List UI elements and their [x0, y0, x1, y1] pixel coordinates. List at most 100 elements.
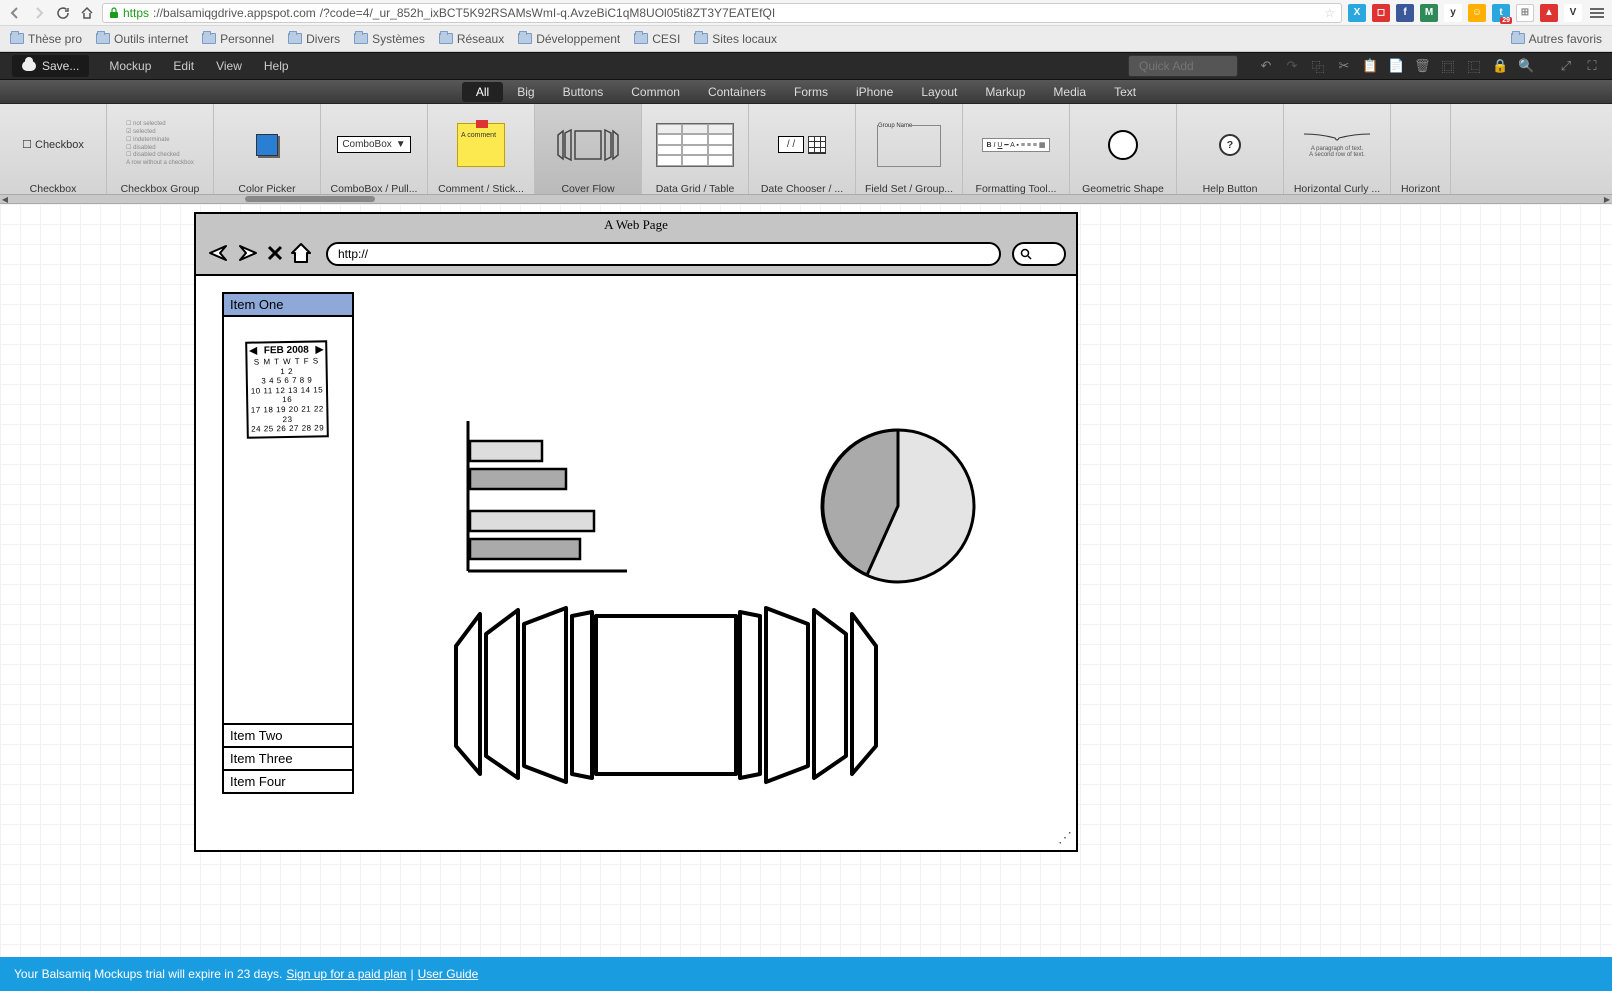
ext-icon-orange[interactable]: ☺	[1468, 4, 1486, 22]
mockup-browser-window[interactable]: A Web Page http:// Item One ◀FEB 2008▶ S…	[194, 212, 1078, 852]
mockup-search-field[interactable]	[1012, 242, 1066, 266]
stencil-help-button[interactable]: ? Help Button	[1177, 104, 1284, 203]
chrome-menu-button[interactable]	[1588, 4, 1606, 22]
mockup-pie-chart[interactable]	[818, 426, 978, 586]
stencil-scrollbar[interactable]: ◀ ▶	[0, 194, 1612, 203]
copy-icon[interactable]: ⿻	[1310, 57, 1326, 76]
mockup-coverflow[interactable]	[448, 606, 878, 786]
bookmark-folder[interactable]: Divers	[288, 32, 340, 46]
fullscreen-icon[interactable]: ⛶	[1584, 58, 1600, 74]
cat-text[interactable]: Text	[1100, 82, 1150, 102]
bookmark-folder[interactable]: Outils internet	[96, 32, 188, 46]
accordion-item-4[interactable]: Item Four	[224, 771, 352, 792]
cat-buttons[interactable]: Buttons	[549, 82, 618, 102]
ext-icon-m[interactable]: M	[1420, 4, 1438, 22]
stencil-checkbox-group[interactable]: ☐ not selected☑ selected☐ indeterminate☐…	[107, 104, 214, 203]
ext-icon-grid[interactable]: ⊞	[1516, 4, 1534, 22]
bookmark-other[interactable]: Autres favoris	[1511, 32, 1602, 46]
accordion-item-2[interactable]: Item Two	[224, 725, 352, 748]
mockup-stop-icon[interactable]	[266, 244, 284, 262]
stencil-coverflow[interactable]: Cover Flow	[535, 104, 642, 203]
stencil-horizontal-cut[interactable]: Horizont	[1391, 104, 1451, 203]
cat-all[interactable]: All	[462, 82, 503, 102]
cal-next-icon[interactable]: ▶	[316, 344, 324, 356]
ext-icon-swallow[interactable]: y	[1444, 4, 1462, 22]
ext-icon-2[interactable]: ◻	[1372, 4, 1390, 22]
trial-guide-link[interactable]: User Guide	[418, 967, 479, 981]
mockup-url-bar[interactable]: http://	[326, 242, 1001, 266]
mockup-home-icon[interactable]	[290, 242, 312, 264]
mockup-calendar[interactable]: ◀FEB 2008▶ S M T W T F S 1 2 3 4 5 6 7 8…	[245, 340, 329, 438]
reload-button[interactable]	[54, 4, 72, 22]
save-button[interactable]: Save...	[12, 55, 89, 77]
stencil-formatting-toolbar[interactable]: B I U ━ A ▪ ≡ ≡ ≡ ▦ Formatting Tool...	[963, 104, 1070, 203]
expand-icon[interactable]: ⤢	[1558, 58, 1574, 74]
bookmark-folder[interactable]: Personnel	[202, 32, 274, 46]
ungroup-icon[interactable]: ⿺	[1466, 57, 1482, 76]
home-button[interactable]	[78, 4, 96, 22]
back-button[interactable]	[6, 4, 24, 22]
cat-forms[interactable]: Forms	[780, 82, 842, 102]
mockup-bar-chart[interactable]	[462, 421, 632, 581]
bookmark-folder[interactable]: CESI	[634, 32, 680, 46]
clipboard-icon[interactable]: 📋	[1362, 58, 1378, 74]
stencil-date-chooser[interactable]: / / Date Chooser / ...	[749, 104, 856, 203]
stencil-data-grid[interactable]: Data Grid / Table	[642, 104, 749, 203]
stencil-hcurly-brace[interactable]: A paragraph of text.A second row of text…	[1284, 104, 1391, 203]
menu-help[interactable]: Help	[264, 59, 289, 73]
search-icon[interactable]: 🔍	[1518, 58, 1534, 74]
accordion-item-1[interactable]: Item One	[224, 294, 352, 317]
bookmark-folder[interactable]: Systèmes	[354, 32, 425, 46]
stencil-color-picker[interactable]: Color Picker	[214, 104, 321, 203]
ext-icon-twitter[interactable]: t29	[1492, 4, 1510, 22]
stencil-combobox[interactable]: ComboBox▼ ComboBox / Pull...	[321, 104, 428, 203]
cat-containers[interactable]: Containers	[694, 82, 780, 102]
lock-icon[interactable]: 🔒	[1492, 58, 1508, 74]
group-icon[interactable]: ⿴	[1440, 57, 1456, 76]
ext-icon-facebook[interactable]: f	[1396, 4, 1414, 22]
ext-icon-1[interactable]: X	[1348, 4, 1366, 22]
scroll-thumb[interactable]	[245, 196, 375, 202]
menu-mockup[interactable]: Mockup	[109, 59, 151, 73]
cut-icon[interactable]: ✂	[1336, 58, 1352, 74]
bookmark-folder[interactable]: Thèse pro	[10, 32, 82, 46]
bookmark-folder[interactable]: Sites locaux	[694, 32, 777, 46]
cat-common[interactable]: Common	[617, 82, 694, 102]
cal-prev-icon[interactable]: ◀	[249, 346, 257, 358]
cat-iphone[interactable]: iPhone	[842, 82, 907, 102]
stencil-geometric-shape[interactable]: Geometric Shape	[1070, 104, 1177, 203]
bookmark-folder[interactable]: Développement	[518, 32, 620, 46]
resize-handle-icon[interactable]: ⋰	[1058, 829, 1072, 846]
paste-icon[interactable]: 📄	[1388, 58, 1404, 74]
undo-icon[interactable]: ↶	[1258, 58, 1274, 74]
ext-icon-red[interactable]: ▲	[1540, 4, 1558, 22]
cat-media[interactable]: Media	[1039, 82, 1100, 102]
stencil-checkbox[interactable]: ☐ Checkbox Checkbox	[0, 104, 107, 203]
cat-layout[interactable]: Layout	[907, 82, 971, 102]
trial-signup-link[interactable]: Sign up for a paid plan	[286, 967, 406, 981]
bookmark-folder[interactable]: Réseaux	[439, 32, 504, 46]
bookmark-label: Systèmes	[372, 32, 425, 46]
scroll-right-icon[interactable]: ▶	[1602, 195, 1612, 204]
quick-add-input[interactable]	[1128, 55, 1238, 77]
canvas[interactable]: A Web Page http:// Item One ◀FEB 2008▶ S…	[0, 204, 1612, 957]
scroll-left-icon[interactable]: ◀	[0, 195, 10, 204]
ext-icon-v[interactable]: V	[1564, 4, 1582, 22]
cat-markup[interactable]: Markup	[971, 82, 1039, 102]
stencil-sticky-note[interactable]: A comment Comment / Stick...	[428, 104, 535, 203]
url-bar[interactable]: https ://balsamiqgdrive.appspot.com /?co…	[102, 3, 1342, 23]
cat-big[interactable]: Big	[503, 82, 548, 102]
folder-icon	[439, 33, 453, 44]
menu-view[interactable]: View	[216, 59, 242, 73]
bookmark-star-icon[interactable]: ☆	[1324, 6, 1335, 20]
mockup-back-icon[interactable]	[206, 242, 230, 264]
accordion-item-3[interactable]: Item Three	[224, 748, 352, 771]
mockup-forward-icon[interactable]	[236, 242, 260, 264]
delete-icon[interactable]: 🗑	[1414, 58, 1430, 74]
mockup-accordion[interactable]: Item One ◀FEB 2008▶ S M T W T F S 1 2 3 …	[222, 292, 354, 794]
redo-icon[interactable]: ↷	[1284, 58, 1300, 74]
menu-edit[interactable]: Edit	[173, 59, 194, 73]
app-toolbar-icons: ↶ ↷ ⿻ ✂ 📋 📄 🗑 ⿴ ⿺ 🔒 🔍 ⤢ ⛶	[1258, 57, 1600, 76]
stencil-fieldset[interactable]: Group Name Field Set / Group...	[856, 104, 963, 203]
forward-button[interactable]	[30, 4, 48, 22]
